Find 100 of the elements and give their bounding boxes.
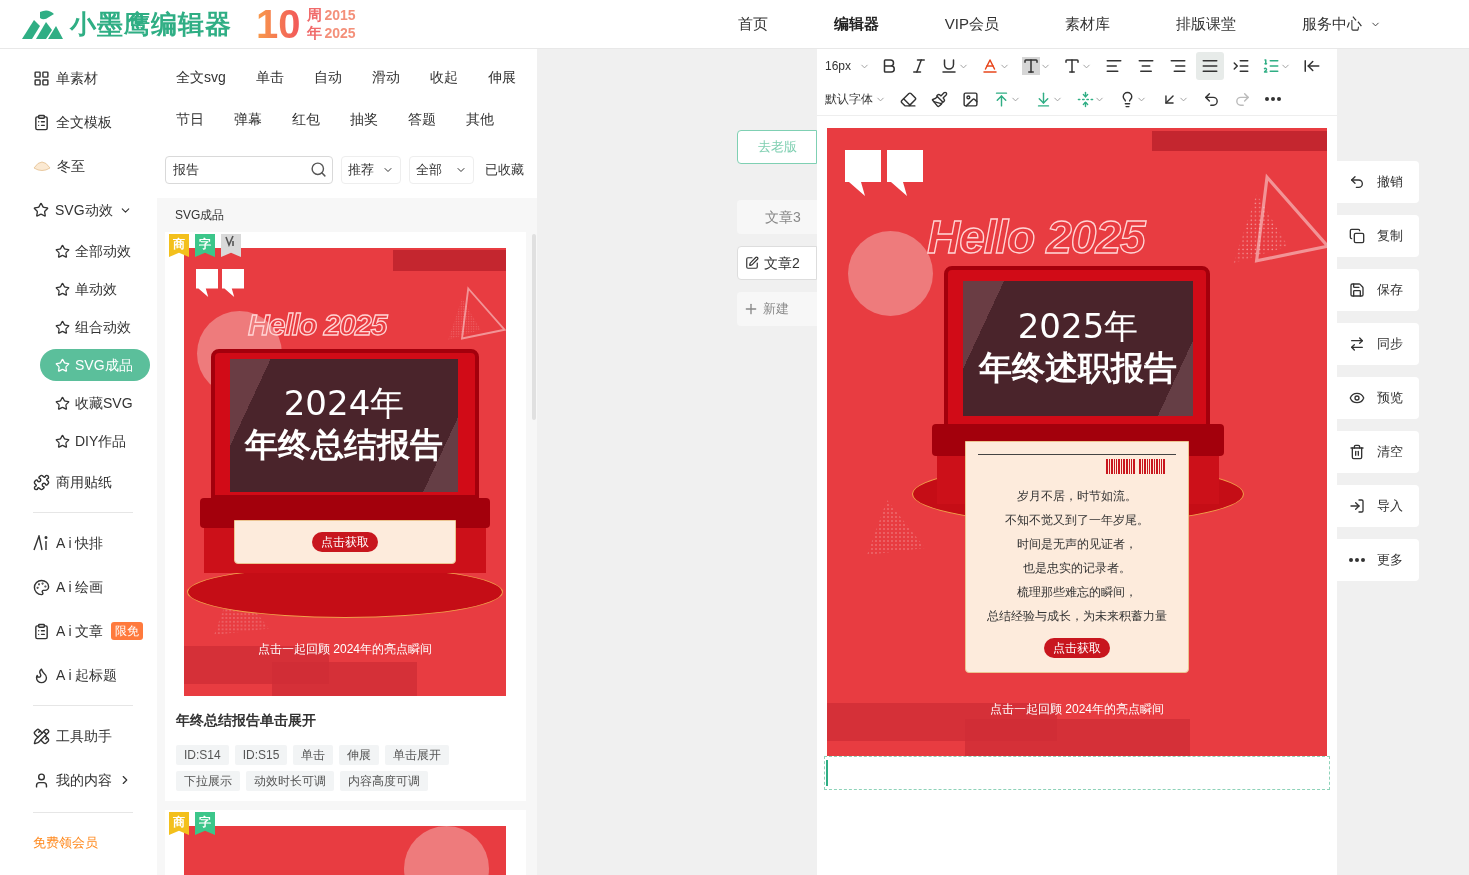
star-icon [55,395,70,411]
nav-link[interactable]: VIP会员 [944,12,999,36]
search-field[interactable]: 报告 [165,156,333,184]
exit-icon [1303,57,1322,75]
get-button[interactable]: 点击获取 [312,532,378,552]
space-before-icon [993,90,1010,108]
category-tab[interactable]: 伸展 [487,66,516,88]
more-icon [1265,97,1281,101]
tag-chip: 伸展 [339,745,380,765]
poster-headline: Hello 2025 [927,214,1145,260]
sidebar-item[interactable]: 工具助手 [0,714,157,758]
tag-chip: 内容高度可调 [340,771,428,791]
copy-icon [1349,228,1365,244]
align-icon [1105,57,1124,75]
space-after-icon [1035,90,1052,108]
sidebar-subitem[interactable]: 组合动效 [40,311,150,343]
nav-link[interactable]: 服务中心 [1302,12,1381,36]
plus-icon [743,301,759,317]
search-icon [310,161,327,178]
pen-mark-icon [225,235,237,247]
indent-icon [1232,57,1251,75]
tag-chip: 单击 [293,745,334,765]
sidebar-subitem[interactable]: DIY作品 [40,425,150,457]
anniversary-label: 年 [306,24,322,42]
poster-year: 2024年 [283,385,405,420]
category-tab[interactable]: 滑动 [371,66,400,88]
poem-line: 总结经验与成长，为未来积蓄力量 [987,608,1167,625]
action-button[interactable]: 撤销 [1337,161,1419,203]
action-button[interactable]: 更多 [1337,539,1419,581]
favorites-link[interactable]: 已收藏 [485,160,524,180]
more-icon [1349,558,1365,562]
quote-mark-icon [196,268,218,298]
document-tab[interactable]: 文章2 [737,246,817,280]
grid-icon [33,69,50,87]
sidebar-item[interactable]: 单素材 [0,56,157,100]
category-tab[interactable]: 弹幕 [234,108,262,130]
nav-link[interactable]: 编辑器 [833,12,879,36]
star-icon [55,319,70,335]
align-button[interactable] [1196,52,1225,80]
ribbon-badge: 字 [195,234,215,257]
nav-link[interactable]: 素材库 [1065,12,1110,36]
font-family-select[interactable]: 默认字体 [825,90,890,108]
tools-icon [33,727,50,745]
filter-dropdown[interactable]: 全部 [409,156,474,184]
new-document-button[interactable]: 新建 [737,292,817,326]
star-icon [55,281,70,297]
template-card[interactable]: 商 字 Hello 2025 2024年 年终总结报告 点击获取 点击一起回顾 2024年的亮点瞬间 年终总结报告单击展开 ID:S14 ID:S15 单击 伸展 单击展开 下拉展示 动效时长可调 内容高度可调 [165,232,526,801]
undo-icon [1349,174,1365,190]
sidebar-item[interactable]: 冬至 [0,144,157,188]
action-button[interactable]: 清空 [1337,431,1419,473]
poem-line: 梳理那些难忘的瞬间， [1017,584,1137,601]
action-button[interactable]: 同步 [1337,323,1419,365]
get-button[interactable]: 点击获取 [1044,638,1110,658]
font-size-select[interactable]: 16px [825,57,873,75]
anniversary-year: 2015 [324,6,356,24]
nav-link[interactable]: 首页 [737,12,768,36]
limited-free-badge: 限免 [111,622,144,640]
eye-icon [1349,390,1365,406]
sidebar-item[interactable]: 全文模板 [0,100,157,144]
sidebar-item[interactable]: 我的内容 [0,758,157,802]
category-tab[interactable]: 单击 [255,66,284,88]
category-tab[interactable]: 其他 [466,108,494,130]
sidebar-subitem[interactable]: 单动效 [40,273,150,305]
category-tab[interactable]: 红包 [292,108,320,130]
sidebar-item[interactable]: 商用贴纸 [0,460,157,504]
action-button[interactable]: 复制 [1337,215,1419,257]
sidebar-item[interactable]: A i 绘画 [0,565,157,609]
ribbon-badge: 商 [169,812,189,835]
category-tab[interactable]: 自动 [313,66,342,88]
sidebar-subitem[interactable]: 收藏SVG [40,387,150,419]
trash-icon [1349,444,1365,460]
filter-dropdown[interactable]: 推荐 [341,156,401,184]
sidebar-subitem[interactable]: 全部动效 [40,235,150,267]
category-tab[interactable]: 抽奖 [350,108,378,130]
category-tab[interactable]: 答题 [408,108,436,130]
nav-link[interactable]: 排版课堂 [1176,12,1236,36]
sidebar-item[interactable]: A i 快排 [0,521,157,565]
background-color-icon [1022,57,1041,75]
section-title: SVG成品 [174,207,226,224]
image-icon [962,90,979,108]
card-title: 年终总结报告单击展开 [175,711,317,730]
bird-logo-icon [20,8,64,40]
poster-title: 年终总结报告 [245,424,443,465]
sidebar-item[interactable]: A i 文章 限免 [0,609,157,653]
sidebar-item[interactable]: A i 起标题 [0,653,157,697]
flame-icon [33,666,50,684]
category-tab[interactable]: 收起 [429,66,458,88]
empty-paragraph-field[interactable] [824,756,1330,790]
action-button[interactable]: 预览 [1337,377,1419,419]
category-tab[interactable]: 全文svg [176,66,226,88]
sidebar-item[interactable]: SVG动效 [0,188,157,232]
align-icon [1137,57,1156,75]
action-button[interactable]: 导入 [1337,485,1419,527]
letter-spacing-icon [1063,57,1082,75]
category-tab[interactable]: 节日 [176,108,204,130]
poster-caption: 点击一起回顾 2024年的亮点瞬间 [257,641,433,658]
undo-icon [1203,90,1220,108]
dumpling-icon [33,160,51,172]
quote-mark-icon [887,150,923,196]
action-button[interactable]: 保存 [1337,269,1419,311]
